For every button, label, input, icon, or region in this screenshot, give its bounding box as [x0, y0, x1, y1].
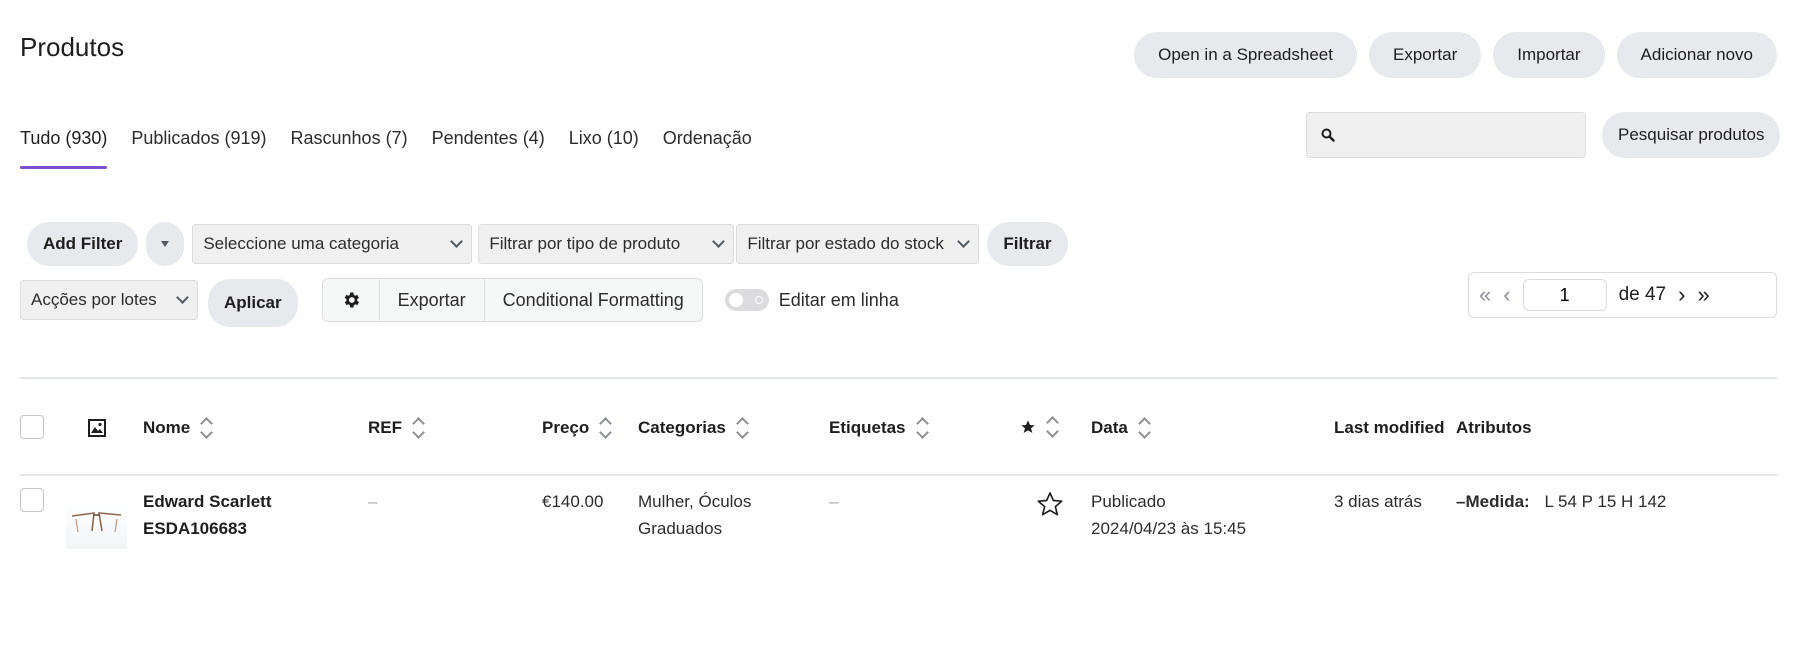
sort-icon [1137, 417, 1151, 439]
filter-button[interactable]: Filtrar [987, 222, 1068, 266]
row-checkbox[interactable] [20, 488, 44, 512]
column-name[interactable]: Nome [143, 417, 214, 439]
product-price: €140.00 [542, 492, 604, 511]
caret-down-icon [161, 241, 170, 247]
product-sku: – [368, 492, 378, 511]
search-products-button[interactable]: Pesquisar produtos [1602, 112, 1781, 158]
prev-page-button[interactable]: ‹ [1503, 282, 1510, 308]
toolbar-export-button[interactable]: Exportar [380, 279, 485, 321]
header-actions: Open in a Spreadsheet Exportar Importar … [1134, 32, 1777, 78]
table-header-divider [20, 474, 1777, 476]
select-all-checkbox[interactable] [20, 415, 44, 439]
last-page-button[interactable]: » [1697, 282, 1709, 308]
page-total: de 47 [1618, 284, 1667, 305]
export-button[interactable]: Exportar [1368, 32, 1482, 78]
import-button[interactable]: Importar [1493, 32, 1605, 78]
open-spreadsheet-button[interactable]: Open in a Spreadsheet [1134, 32, 1357, 78]
gear-icon [344, 292, 359, 308]
stock-status-select[interactable]: Filtrar por estado do stock [736, 224, 980, 264]
bulk-actions-select[interactable]: Acções por lotes [20, 280, 198, 320]
page-title: Produtos [20, 32, 125, 62]
table-divider [20, 377, 1777, 379]
inline-edit-label: Editar em linha [778, 289, 899, 310]
conditional-formatting-button[interactable]: Conditional Formatting [485, 279, 702, 321]
chevron-down-icon [176, 291, 189, 304]
filters-row: Add Filter Seleccione uma categoria Filt… [27, 222, 1068, 266]
next-page-button[interactable]: › [1678, 282, 1685, 308]
search-box [1306, 112, 1586, 158]
inline-edit-control: Editar em linha [724, 289, 899, 311]
search-input[interactable] [1343, 126, 1583, 144]
sort-icon [1046, 416, 1059, 438]
tab-trash[interactable]: Lixo (10) [569, 128, 639, 163]
featured-toggle[interactable] [1036, 490, 1064, 523]
bulk-actions-row: Acções por lotes Aplicar Exportar Condit… [20, 273, 899, 327]
settings-button[interactable] [323, 279, 380, 321]
current-page-input[interactable] [1522, 279, 1607, 311]
product-thumbnail[interactable] [66, 503, 127, 549]
column-featured[interactable] [1020, 416, 1059, 438]
column-last-modified: Last modified [1334, 418, 1445, 437]
sort-icon [200, 417, 214, 439]
table-toolbar: Exportar Conditional Formatting [321, 278, 703, 322]
column-date[interactable]: Data [1091, 417, 1151, 439]
status-tabs: Tudo (930) Publicados (919) Rascunhos (7… [20, 128, 752, 169]
sort-icon [736, 417, 749, 439]
tab-all[interactable]: Tudo (930) [20, 128, 108, 169]
image-icon [88, 419, 106, 437]
add-filter-button[interactable]: Add Filter [27, 222, 139, 266]
search-icon [1321, 128, 1335, 142]
product-name[interactable]: Edward Scarlett ESDA106683 [143, 488, 272, 542]
product-last-modified: 3 dias atrás [1334, 492, 1422, 511]
star-outline-icon [1037, 492, 1063, 516]
chevron-down-icon [957, 235, 971, 248]
column-sku[interactable]: REF [368, 417, 425, 439]
apply-button[interactable]: Aplicar [208, 279, 298, 327]
filter-dropdown-button[interactable] [146, 222, 185, 266]
sort-icon [412, 417, 425, 439]
column-price[interactable]: Preço [542, 417, 613, 439]
first-page-button[interactable]: « [1479, 282, 1491, 308]
chevron-down-icon [450, 235, 464, 248]
sort-icon [599, 417, 613, 439]
tab-drafts[interactable]: Rascunhos (7) [291, 128, 408, 163]
add-new-button[interactable]: Adicionar novo [1616, 32, 1777, 78]
tab-sorting[interactable]: Ordenação [663, 128, 752, 163]
tab-pending[interactable]: Pendentes (4) [432, 128, 545, 163]
product-date: Publicado 2024/04/23 às 15:45 [1091, 488, 1246, 542]
product-attributes: –Medida: L 54 P 15 H 142 [1456, 492, 1667, 511]
product-categories: Mulher, Óculos Graduados [638, 492, 752, 538]
product-type-select[interactable]: Filtrar por tipo de produto [478, 224, 735, 264]
product-status: Publicado [1091, 492, 1166, 511]
column-categories[interactable]: Categorias [638, 417, 749, 439]
inline-edit-toggle[interactable] [724, 289, 769, 311]
column-attributes: Atributos [1456, 418, 1532, 437]
sort-icon [915, 417, 929, 439]
star-filled-icon [1021, 420, 1035, 433]
image-column-header [88, 419, 106, 442]
column-tags[interactable]: Etiquetas [829, 417, 929, 439]
tab-published[interactable]: Publicados (919) [131, 128, 266, 163]
product-tags: – [829, 492, 839, 511]
pagination: « ‹ de 47 › » [1468, 272, 1777, 318]
eyeglasses-image [71, 512, 122, 533]
category-select[interactable]: Seleccione uma categoria [192, 224, 473, 264]
chevron-down-icon [712, 235, 726, 248]
